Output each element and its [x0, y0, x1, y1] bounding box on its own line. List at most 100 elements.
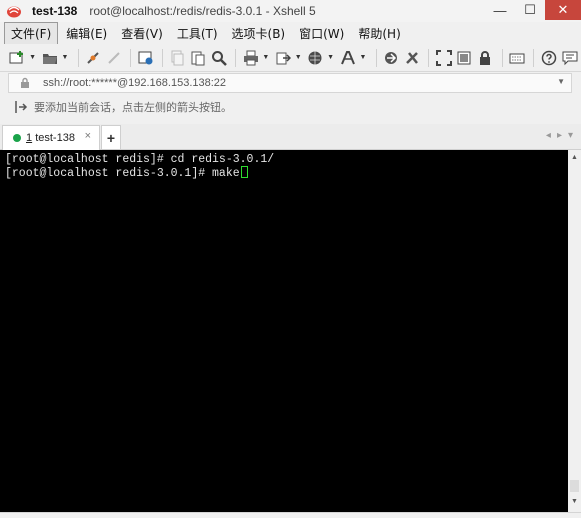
print-dropdown[interactable]: ▼ — [262, 48, 270, 68]
menu-file[interactable]: 文件(F) — [4, 21, 59, 45]
scroll-up-icon[interactable]: ▲ — [568, 150, 581, 164]
printer-icon — [243, 50, 258, 65]
transfer-dropdown[interactable]: ▼ — [294, 48, 302, 68]
find-button[interactable] — [210, 48, 229, 68]
transparency-button[interactable] — [455, 48, 474, 68]
folder-icon — [42, 53, 57, 64]
add-tab-button[interactable]: + — [101, 125, 121, 149]
open-button[interactable] — [40, 48, 59, 68]
web-button[interactable] — [306, 48, 325, 68]
properties-button[interactable] — [136, 48, 155, 68]
disconnect-icon — [108, 51, 120, 64]
tab-navigation: ◂ ▸ ▾ — [546, 130, 573, 141]
menu-help[interactable]: 帮助(H) — [352, 23, 406, 44]
toolbar-separator — [501, 48, 503, 67]
new-session-dropdown[interactable]: ▼ — [29, 48, 37, 68]
terminal-line: [root@localhost redis]# cd redis-3.0.1/ — [5, 153, 275, 166]
tab-close-icon[interactable]: × — [85, 130, 91, 142]
print-button[interactable] — [241, 48, 260, 68]
tab-label: 1 test-138 — [26, 132, 75, 144]
copy-icon — [171, 50, 184, 65]
connect-icon — [87, 51, 99, 64]
terminal-scrollbar[interactable]: ▲ ▼ — [568, 150, 581, 512]
transfer-icon — [276, 52, 292, 64]
toolbar-separator — [162, 48, 163, 67]
address-dropdown-icon[interactable]: ▼ — [557, 77, 565, 86]
fullscreen-button[interactable] — [434, 48, 453, 68]
window-path-title: root@localhost:/redis/redis-3.0.1 - Xshe… — [89, 4, 316, 18]
minimize-button[interactable]: — — [485, 0, 515, 20]
keyboard-button[interactable] — [508, 48, 527, 68]
toolbar-separator — [375, 48, 377, 67]
keyboard-icon — [509, 53, 525, 63]
maximize-button[interactable]: ☐ — [515, 0, 545, 20]
terminal-cursor — [240, 166, 248, 178]
toolbar-separator — [77, 48, 79, 67]
lock-button[interactable] — [476, 48, 495, 68]
paste-icon — [191, 51, 205, 65]
menu-edit[interactable]: 编辑(E) — [60, 23, 113, 44]
web-dropdown[interactable]: ▼ — [327, 48, 335, 68]
font-icon — [340, 50, 355, 64]
tab-menu-icon[interactable]: ▾ — [568, 130, 573, 141]
tab-title: test-138 — [35, 132, 75, 144]
chat-button[interactable] — [560, 48, 579, 68]
tab-bar: 1 test-138 × + ◂ ▸ ▾ — [0, 124, 581, 150]
new-session-icon — [9, 50, 24, 63]
reconnect-button[interactable] — [84, 48, 103, 68]
toolbar: ▼ ▼ ▼ ▼ ▼ ▼ — [0, 44, 581, 72]
xmanager-icon — [405, 51, 418, 64]
font-button[interactable] — [338, 48, 357, 68]
xftp-icon — [385, 51, 398, 64]
help-icon — [541, 50, 556, 65]
add-session-arrow-icon[interactable] — [14, 100, 28, 114]
search-icon — [211, 50, 227, 66]
layout-icon — [457, 51, 471, 64]
terminal-line-current: [root@localhost redis-3.0.1]# make — [5, 166, 563, 180]
fullscreen-icon — [435, 49, 452, 66]
tab-test-138[interactable]: 1 test-138 × — [2, 125, 100, 150]
speech-bubble-icon — [562, 51, 578, 65]
xmanager-button[interactable] — [402, 48, 421, 68]
address-input[interactable]: ssh://root:******@192.168.153.138:22 ▼ — [8, 73, 572, 93]
tab-next-icon[interactable]: ▸ — [557, 130, 562, 141]
lock-icon — [480, 50, 491, 65]
settings-icon — [138, 51, 153, 64]
scroll-thumb[interactable] — [570, 480, 579, 492]
toolbar-separator — [533, 48, 535, 67]
font-dropdown[interactable]: ▼ — [359, 48, 367, 68]
copy-button[interactable] — [168, 48, 187, 68]
menu-bar: 文件(F) 编辑(E) 查看(V) 工具(T) 选项卡(B) 窗口(W) 帮助(… — [0, 21, 581, 45]
address-value: ssh://root:******@192.168.153.138:22 — [43, 77, 227, 89]
globe-icon — [308, 51, 322, 64]
scroll-down-icon[interactable]: ▼ — [568, 494, 581, 508]
open-dropdown[interactable]: ▼ — [61, 48, 69, 68]
tab-index: 1 — [26, 132, 33, 144]
transfer-button[interactable] — [274, 48, 293, 68]
help-button[interactable] — [539, 48, 558, 68]
session-hint-bar: 要添加当前会话，点击左侧的箭头按钮。 — [0, 96, 581, 118]
window-session-title: test-138 — [32, 4, 78, 18]
window-controls: — ☐ ✕ — [485, 0, 581, 20]
lock-icon — [21, 77, 29, 88]
connected-status-icon — [13, 134, 21, 142]
xftp-button[interactable] — [382, 48, 401, 68]
terminal-prompt-text: [root@localhost redis-3.0.1]# make — [5, 167, 240, 180]
close-button[interactable]: ✕ — [545, 0, 581, 20]
toolbar-separator — [235, 48, 237, 67]
toolbar-separator — [130, 48, 132, 67]
tab-prev-icon[interactable]: ◂ — [546, 130, 551, 141]
address-bar: ssh://root:******@192.168.153.138:22 ▼ — [0, 72, 581, 94]
toolbar-separator — [428, 48, 430, 67]
menu-tools[interactable]: 工具(T) — [171, 23, 224, 44]
status-bar — [0, 512, 581, 518]
disconnect-button[interactable] — [104, 48, 123, 68]
new-session-button[interactable] — [8, 48, 27, 68]
paste-button[interactable] — [189, 48, 208, 68]
menu-tab[interactable]: 选项卡(B) — [226, 23, 292, 44]
xshell-logo-icon — [7, 6, 21, 18]
terminal-output[interactable]: [root@localhost redis]# cd redis-3.0.1/ … — [0, 150, 568, 512]
menu-view[interactable]: 查看(V) — [115, 23, 169, 44]
title-bar: test-138 root@localhost:/redis/redis-3.0… — [0, 0, 581, 22]
menu-window[interactable]: 窗口(W) — [293, 23, 350, 44]
